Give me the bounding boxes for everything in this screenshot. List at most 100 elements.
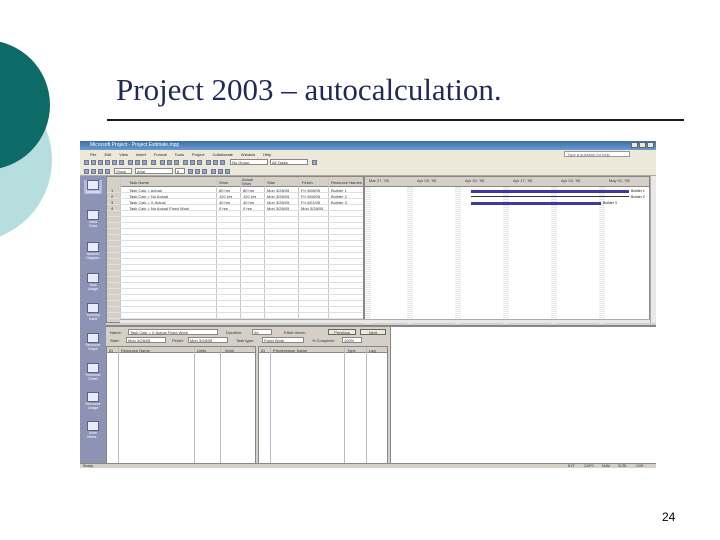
previous-button[interactable]: Previous (328, 329, 356, 335)
filter-select[interactable]: All Tasks (270, 159, 308, 165)
gantt-bar[interactable] (471, 196, 629, 197)
window-title: Microsoft Project - Project Estimate.mpp (90, 142, 180, 148)
status-scrl: SCRL (618, 464, 628, 468)
undo-icon[interactable] (151, 160, 156, 165)
duration-field[interactable]: 0d (252, 329, 272, 335)
view-resource-graph[interactable]: Resource Graph (84, 333, 102, 351)
page-number: 24 (662, 510, 676, 524)
align-left-icon[interactable] (211, 169, 216, 174)
view-task-usage[interactable]: Task Usage (84, 273, 102, 291)
complete-field[interactable]: 100% (342, 337, 362, 343)
col-resource-names[interactable]: Resource Names (331, 180, 362, 185)
name-field[interactable]: Task Calc = X Actual Fixed Work (128, 329, 218, 335)
status-ovr: OVR (636, 464, 644, 468)
week-label: Apr 10, '05 (465, 178, 485, 183)
view-resource-usage[interactable]: Resource Usage (84, 392, 102, 410)
nonworking-shading (551, 187, 557, 324)
link-icon[interactable] (160, 160, 165, 165)
bold-icon[interactable] (188, 169, 193, 174)
menu-file[interactable]: File (90, 152, 96, 157)
remove-icon[interactable] (105, 169, 110, 174)
nonworking-shading (407, 187, 413, 324)
finish-field[interactable]: Mon 3/28/05 (188, 337, 228, 343)
arrow-left-icon[interactable] (84, 169, 89, 174)
split-icon[interactable] (174, 160, 179, 165)
task-type-select[interactable]: Fixed Work (262, 337, 304, 343)
assign-resources-icon[interactable] (197, 160, 202, 165)
align-center-icon[interactable] (218, 169, 223, 174)
gantt-bar[interactable] (471, 202, 601, 205)
formatting-toolbar: Show Arial 8 (80, 167, 656, 176)
view-gantt-chart[interactable]: Gantt Chart (84, 210, 102, 228)
group-select[interactable]: No Group (230, 159, 268, 165)
unlink-icon[interactable] (167, 160, 172, 165)
decorative-circles (0, 41, 52, 237)
font-select[interactable]: Arial (135, 168, 173, 174)
add-icon[interactable] (98, 169, 103, 174)
view-network-diagram[interactable]: Network Diagram (84, 242, 102, 260)
menu-window[interactable]: Window (241, 152, 255, 157)
menu-insert[interactable]: Insert (136, 152, 146, 157)
help-icon[interactable] (312, 160, 317, 165)
underline-icon[interactable] (202, 169, 207, 174)
task-form: Name: Task Calc = X Actual Fixed Work Du… (106, 325, 656, 464)
open-icon[interactable] (91, 160, 96, 165)
menu-project[interactable]: Project (192, 152, 204, 157)
minimize-icon[interactable] (631, 142, 638, 148)
copy-icon[interactable] (135, 160, 140, 165)
save-icon[interactable] (98, 160, 103, 165)
gantt-vscrollbar[interactable] (650, 176, 656, 323)
status-num: NUM (602, 464, 610, 468)
next-button[interactable]: Next (360, 329, 386, 335)
menu-edit[interactable]: Edit (104, 152, 111, 157)
align-right-icon[interactable] (225, 169, 230, 174)
arrow-right-icon[interactable] (91, 169, 96, 174)
menu-view[interactable]: View (119, 152, 128, 157)
gantt-chart: Mar 27, '05 Apr 03, '05 Apr 10, '05 Apr … (364, 176, 650, 324)
cut-icon[interactable] (128, 160, 133, 165)
start-field[interactable]: Mon 3/28/05 (126, 337, 166, 343)
maximize-icon[interactable] (639, 142, 646, 148)
gantt-hscrollbar[interactable] (364, 319, 650, 323)
view-tracking-gantt[interactable]: Tracking Gantt (84, 303, 102, 321)
gantt-bar-label: Builder 1 (631, 189, 645, 193)
view-resource-sheet[interactable]: Resource Sheet (84, 363, 102, 381)
zoom-out-icon[interactable] (213, 160, 218, 165)
menu-tools[interactable]: Tools (175, 152, 184, 157)
print-icon[interactable] (105, 160, 110, 165)
resource-usage-icon (87, 392, 99, 402)
zoom-in-icon[interactable] (206, 160, 211, 165)
table-hscrollbar[interactable] (120, 319, 364, 323)
menu-collaborate[interactable]: Collaborate (212, 152, 232, 157)
week-label: Mar 27, '05 (369, 178, 389, 183)
task-type-label: Task type: (236, 338, 255, 343)
effort-driven-checkbox[interactable]: Effort driven (284, 330, 306, 335)
task-table: Task Name Work Actual Work Start Finish … (106, 176, 364, 323)
week-label: Apr 03, '05 (417, 178, 437, 183)
print-preview-icon[interactable] (112, 160, 117, 165)
view-bar: Calendar Gantt Chart Network Diagram Tas… (80, 176, 106, 463)
close-icon[interactable] (647, 142, 654, 148)
duration-label: Duration: (226, 330, 243, 335)
gantt-chart-icon (87, 210, 99, 220)
resource-graph-icon (87, 333, 99, 343)
paste-icon[interactable] (142, 160, 147, 165)
nonworking-shading (455, 187, 461, 324)
view-more-views[interactable]: More Views... (84, 421, 102, 439)
gantt-bar[interactable] (471, 190, 629, 193)
task-info-icon[interactable] (183, 160, 188, 165)
menu-help[interactable]: Help (263, 152, 271, 157)
view-calendar[interactable]: Calendar (84, 180, 102, 194)
notes-icon[interactable] (190, 160, 195, 165)
task-usage-icon (87, 273, 99, 283)
font-size-select[interactable]: 8 (175, 168, 185, 174)
menu-format[interactable]: Format (154, 152, 167, 157)
italic-icon[interactable] (195, 169, 200, 174)
name-label: Name: (110, 330, 122, 335)
spelling-icon[interactable] (119, 160, 124, 165)
goto-task-icon[interactable] (220, 160, 225, 165)
help-search-input[interactable]: Type a question for help (564, 151, 630, 157)
title-underline (107, 119, 684, 121)
show-button[interactable]: Show (114, 168, 132, 174)
new-icon[interactable] (84, 160, 89, 165)
